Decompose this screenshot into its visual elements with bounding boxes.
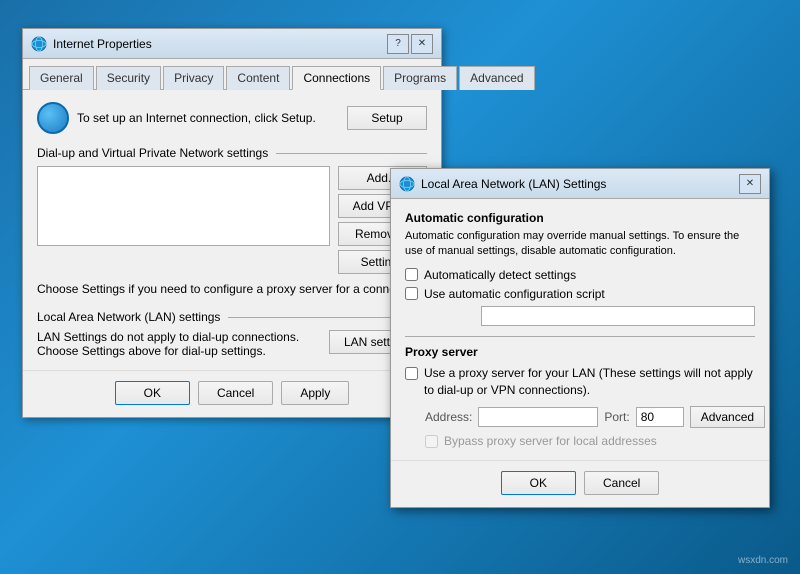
script-address-row <box>425 306 755 326</box>
dialog-content: To set up an Internet connection, click … <box>23 90 441 370</box>
lan-title-bar: Local Area Network (LAN) Settings ✕ <box>391 169 769 199</box>
title-bar-left: Internet Properties <box>31 36 152 52</box>
auto-script-label: Use automatic configuration script <box>424 287 605 301</box>
lan-ok-button[interactable]: OK <box>501 471 576 495</box>
cancel-button[interactable]: Cancel <box>198 381 273 405</box>
port-label-text: Port: <box>604 410 629 424</box>
advanced-button[interactable]: Advanced <box>690 406 765 428</box>
internet-props-icon <box>31 36 47 52</box>
watermark: wsxdn.com <box>738 555 788 566</box>
divider <box>405 336 755 337</box>
apply-button[interactable]: Apply <box>281 381 349 405</box>
tab-privacy[interactable]: Privacy <box>163 66 224 90</box>
bypass-label: Bypass proxy server for local addresses <box>444 434 657 448</box>
bypass-checkbox[interactable] <box>425 435 438 448</box>
proxy-addr-row: Address: Port: Advanced <box>425 406 755 428</box>
setup-button[interactable]: Setup <box>347 106 427 130</box>
tab-general[interactable]: General <box>29 66 94 90</box>
lan-title-text: Local Area Network (LAN) Settings <box>421 177 606 191</box>
tab-content[interactable]: Content <box>226 66 290 90</box>
globe-icon <box>37 102 69 134</box>
auto-detect-checkbox[interactable] <box>405 268 418 281</box>
tabs-bar: General Security Privacy Content Connect… <box>23 59 441 90</box>
proxy-address-label: Address: <box>425 410 472 424</box>
auto-script-row: Use automatic configuration script <box>405 287 755 301</box>
lan-row: LAN Settings do not apply to dial-up con… <box>37 330 427 358</box>
lan-cancel-button[interactable]: Cancel <box>584 471 659 495</box>
auto-config-desc: Automatic configuration may override man… <box>405 229 755 260</box>
internet-properties-dialog: Internet Properties ? ✕ General Security… <box>22 28 442 418</box>
title-bar-buttons: ? ✕ <box>387 34 433 54</box>
tab-programs[interactable]: Programs <box>383 66 457 90</box>
lan-title-left: Local Area Network (LAN) Settings <box>399 176 606 192</box>
choose-text: Choose Settings if you need to configure… <box>37 282 427 296</box>
auto-config-label: Automatic configuration <box>405 211 755 225</box>
auto-detect-row: Automatically detect settings <box>405 268 755 282</box>
close-button[interactable]: ✕ <box>411 34 433 54</box>
lan-footer: OK Cancel <box>391 460 769 507</box>
setup-left: To set up an Internet connection, click … <box>37 102 316 134</box>
script-address-input[interactable] <box>481 306 755 326</box>
ok-button[interactable]: OK <box>115 381 190 405</box>
dialup-section-label: Dial-up and Virtual Private Network sett… <box>37 146 427 160</box>
internet-props-title-bar: Internet Properties ? ✕ <box>23 29 441 59</box>
setup-section: To set up an Internet connection, click … <box>37 102 427 134</box>
setup-text: To set up an Internet connection, click … <box>77 111 316 125</box>
dialup-area: Add... Add VPN... Remove... Settings <box>37 166 427 274</box>
lan-close-button[interactable]: ✕ <box>739 174 761 194</box>
lan-icon <box>399 176 415 192</box>
proxy-use-checkbox[interactable] <box>405 367 418 380</box>
proxy-use-label: Use a proxy server for your LAN (These s… <box>424 365 755 399</box>
internet-props-title: Internet Properties <box>53 37 152 51</box>
lan-settings-dialog: Local Area Network (LAN) Settings ✕ Auto… <box>390 168 770 508</box>
tab-advanced[interactable]: Advanced <box>459 66 534 90</box>
dialup-list[interactable] <box>37 166 330 246</box>
bypass-row: Bypass proxy server for local addresses <box>425 434 755 448</box>
lan-section-label: Local Area Network (LAN) settings <box>37 310 427 324</box>
help-button[interactable]: ? <box>387 34 409 54</box>
proxy-server-label: Proxy server <box>405 345 755 359</box>
auto-script-checkbox[interactable] <box>405 287 418 300</box>
lan-section: Local Area Network (LAN) settings LAN Se… <box>37 310 427 358</box>
lan-desc-text: LAN Settings do not apply to dial-up con… <box>37 330 321 358</box>
lan-content: Automatic configuration Automatic config… <box>391 199 769 460</box>
port-input[interactable] <box>636 407 684 427</box>
proxy-address-input[interactable] <box>478 407 598 427</box>
tab-connections[interactable]: Connections <box>292 66 381 90</box>
tab-security[interactable]: Security <box>96 66 161 90</box>
internet-props-footer: OK Cancel Apply <box>23 370 441 417</box>
auto-detect-label: Automatically detect settings <box>424 268 576 282</box>
proxy-use-row: Use a proxy server for your LAN (These s… <box>405 365 755 399</box>
